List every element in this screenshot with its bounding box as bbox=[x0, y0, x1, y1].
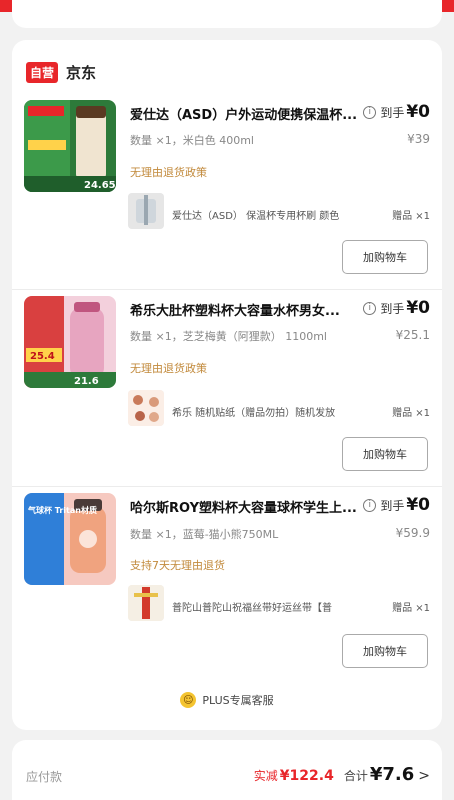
product-title[interactable]: 希乐大肚杯塑料杯大容量水杯男女... bbox=[130, 300, 378, 319]
gift-image[interactable] bbox=[128, 193, 164, 229]
shop-header: 自营 京东 bbox=[26, 62, 96, 83]
original-price: ¥39 bbox=[407, 132, 430, 146]
product-title[interactable]: 哈尔斯ROY塑料杯大容量球杯学生上... bbox=[130, 497, 378, 516]
gift-text[interactable]: 爱仕达（ASD） 保温杯专用杯刷 颜色 bbox=[172, 207, 372, 222]
price-tag[interactable]: i 到手 ¥0 bbox=[363, 298, 430, 318]
product-title[interactable]: 爱仕达（ASD）户外运动便携保温杯... bbox=[130, 104, 378, 123]
chevron-right-icon[interactable]: > bbox=[418, 768, 430, 784]
plus-service-link[interactable]: ☺ PLUS专属客服 bbox=[12, 692, 442, 708]
info-icon[interactable]: i bbox=[363, 105, 377, 119]
price-label: 到手 bbox=[380, 498, 405, 513]
product-image[interactable]: 25.4 21.6 bbox=[24, 296, 116, 388]
info-icon[interactable]: i bbox=[363, 498, 377, 512]
product-image-graphic: 24.65 bbox=[24, 100, 116, 192]
add-to-cart-button[interactable]: 加购物车 bbox=[342, 240, 428, 274]
product-image-graphic: 气球杯 Tritan材质 bbox=[24, 493, 116, 585]
gift-qty: 赠品 ×1 bbox=[392, 408, 430, 419]
product-spec[interactable]: 数量 ×1，米白色 400ml bbox=[130, 132, 254, 148]
gift-text[interactable]: 希乐 随机贴纸（赠品勿拍）随机发放 bbox=[172, 404, 372, 419]
totals-summary[interactable]: 实减 ¥122.4 合计 ¥7.6 > bbox=[254, 764, 430, 785]
discount-value: ¥122.4 bbox=[279, 768, 334, 784]
thumb-label: 气球杯 Tritan材质 bbox=[27, 505, 97, 515]
product-spec[interactable]: 数量 ×1，蓝莓-猫小熊750ML bbox=[130, 526, 278, 542]
smile-icon: ☺ bbox=[180, 692, 197, 708]
total-value: ¥7.6 bbox=[369, 764, 415, 785]
gift-image-graphic bbox=[128, 390, 164, 426]
gift-qty: 赠品 ×1 bbox=[392, 211, 430, 222]
info-icon[interactable]: i bbox=[363, 301, 377, 315]
thumb-price-label: 25.4 bbox=[30, 351, 55, 362]
price-tag[interactable]: i 到手 ¥0 bbox=[363, 495, 430, 515]
gift-image-graphic bbox=[128, 193, 164, 229]
product-image-graphic: 25.4 21.6 bbox=[24, 296, 116, 388]
gift-image[interactable] bbox=[128, 390, 164, 426]
gift-text[interactable]: 普陀山普陀山祝福丝带好运丝带【普 bbox=[172, 599, 372, 614]
plus-service-label: PLUS专属客服 bbox=[202, 694, 274, 707]
previous-card-edge bbox=[12, 0, 442, 28]
add-to-cart-button[interactable]: 加购物车 bbox=[342, 437, 428, 471]
shop-name[interactable]: 京东 bbox=[66, 62, 96, 83]
item-divider bbox=[12, 486, 442, 487]
product-spec[interactable]: 数量 ×1，芝芝梅黄（阿狸款） 1100ml bbox=[130, 328, 327, 344]
gift-image[interactable] bbox=[128, 585, 164, 621]
product-image[interactable]: 气球杯 Tritan材质 bbox=[24, 493, 116, 585]
price-tag[interactable]: i 到手 ¥0 bbox=[363, 102, 430, 122]
discount-label: 实减 bbox=[253, 769, 278, 783]
price-value: ¥0 bbox=[406, 495, 430, 515]
total-label: 合计 bbox=[343, 769, 368, 783]
checkout-footer: 应付款 实减 ¥122.4 合计 ¥7.6 > bbox=[12, 740, 442, 800]
promo-text: 支持7天无理由退货 bbox=[130, 559, 225, 572]
original-price: ¥59.9 bbox=[395, 526, 430, 540]
price-label: 到手 bbox=[380, 105, 405, 120]
thumb-price-label: 24.65 bbox=[84, 180, 116, 191]
original-price: ¥25.1 bbox=[395, 328, 430, 342]
thumb-price-label: 21.6 bbox=[74, 376, 99, 387]
self-operated-badge: 自营 bbox=[26, 62, 59, 83]
add-to-cart-button[interactable]: 加购物车 bbox=[342, 634, 428, 668]
item-divider bbox=[12, 289, 442, 290]
promo-text: 无理由退货政策 bbox=[130, 362, 207, 375]
price-value: ¥0 bbox=[406, 102, 430, 122]
price-label: 到手 bbox=[380, 301, 405, 316]
gift-qty: 赠品 ×1 bbox=[392, 603, 430, 614]
promo-text: 无理由退货政策 bbox=[130, 166, 207, 179]
order-card: 自营 京东 24.65 爱仕达（ASD）户外运动便携保温杯... i 到手 ¥0… bbox=[12, 40, 442, 730]
price-value: ¥0 bbox=[406, 298, 430, 318]
payable-label: 应付款 bbox=[26, 770, 63, 784]
product-image[interactable]: 24.65 bbox=[24, 100, 116, 192]
gift-image-graphic bbox=[128, 585, 164, 621]
